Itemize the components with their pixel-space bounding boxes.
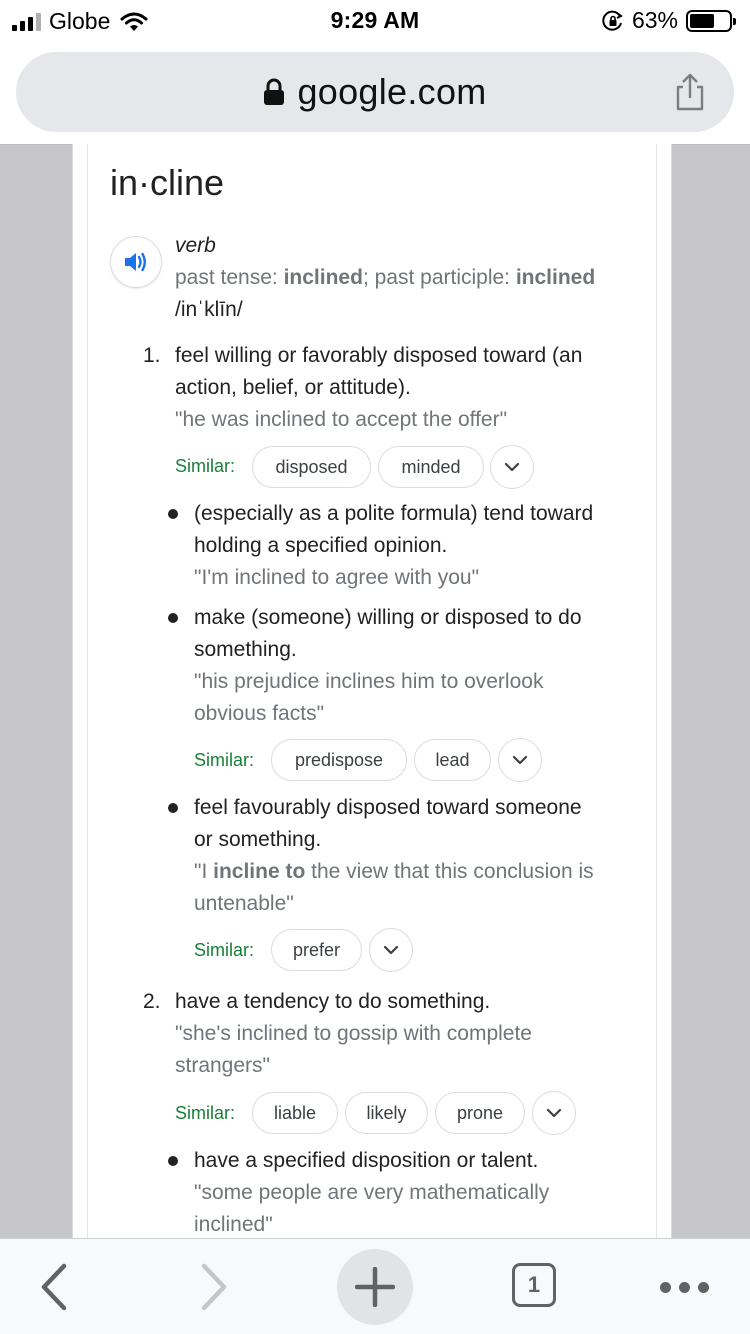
similar-chip-likely[interactable]: likely (345, 1092, 428, 1134)
definition-line: something. (194, 638, 297, 661)
subsense-example: "I incline to the view that this conclus… (194, 856, 594, 920)
similar-chip-minded[interactable]: minded (378, 446, 484, 488)
expand-similar-button[interactable] (498, 738, 542, 782)
similar-chip-lead[interactable]: lead (414, 739, 491, 781)
chevron-down-icon (512, 755, 528, 765)
definition-line: (especially as a polite formula) tend to… (194, 502, 594, 525)
url-text: google.com (297, 71, 487, 112)
expand-similar-button[interactable] (369, 928, 413, 972)
sense-number: 1. (143, 344, 161, 367)
similar-label: Similar: (175, 456, 236, 476)
similar-label: Similar: (194, 940, 255, 960)
subsense-definition: (especially as a polite formula) tend to… (194, 498, 593, 562)
definition-line: feel willing or favorably disposed towar… (175, 344, 583, 367)
status-bar: Globe 9:29 AM 63% (0, 0, 750, 40)
plus-icon (355, 1267, 395, 1307)
url-display[interactable]: google.com (16, 52, 734, 132)
back-button[interactable] (30, 1261, 78, 1313)
subsense-example: "I'm inclined to agree with you" (194, 566, 480, 589)
headword: in·cline (110, 162, 225, 203)
expand-similar-button[interactable] (490, 445, 534, 489)
sense-definition: have a tendency to do something. (175, 986, 490, 1018)
subsense-example: "some people are very mathematically inc… (194, 1177, 549, 1241)
tense-prefix: past tense: (175, 266, 284, 289)
similar-chip-predispose[interactable]: predispose (271, 739, 407, 781)
example-part: "I (194, 860, 214, 883)
similar-chip-prone[interactable]: prone (435, 1092, 525, 1134)
address-bar[interactable]: google.com (16, 52, 734, 132)
similar-label: Similar: (194, 750, 255, 770)
bullet (168, 613, 178, 623)
phonetic: /inˈklīn/ (175, 298, 243, 321)
part-of-speech: verb (175, 234, 216, 257)
subsense-definition: make (someone) willing or disposed to do… (194, 602, 582, 666)
speaker-icon (125, 252, 146, 272)
chevron-left-icon (41, 1263, 67, 1311)
battery-icon (686, 9, 736, 32)
more-dots-icon (659, 1281, 709, 1293)
example-line: inclined" (194, 1213, 273, 1236)
subsense-example: "his prejudice inclines him to overlook … (194, 666, 543, 730)
similar-label: Similar: (175, 1103, 236, 1123)
expand-similar-button[interactable] (532, 1091, 576, 1135)
sense-example: "she's inclined to gossip with complete … (175, 1018, 532, 1082)
chevron-down-icon (504, 462, 520, 472)
participle-prefix: ; past participle: (362, 266, 516, 289)
forward-button[interactable] (190, 1261, 238, 1313)
new-tab-button[interactable] (337, 1249, 413, 1325)
tense-forms: past tense: inclined; past participle: i… (175, 266, 595, 290)
example-line: "his prejudice inclines him to overlook (194, 670, 544, 693)
example-line: obvious facts" (194, 702, 325, 725)
definition-line: or something. (194, 828, 322, 851)
past-tense: inclined (283, 266, 363, 289)
battery-percent: 63% (631, 7, 678, 33)
similar-chip-liable[interactable]: liable (252, 1092, 338, 1134)
subsense-definition: have a specified disposition or talent. (194, 1145, 538, 1177)
bullet (168, 803, 178, 813)
tab-count: 1 (512, 1263, 556, 1307)
definition-line: holding a specified opinion. (194, 534, 448, 557)
past-participle: inclined (515, 266, 596, 289)
example-line: "I incline to the view that this conclus… (194, 856, 594, 888)
example-part: the view that this conclusion is (305, 860, 594, 883)
more-menu-button[interactable] (654, 1277, 714, 1297)
pronunciation-button[interactable] (110, 236, 162, 288)
example-keyword: incline to (213, 860, 306, 883)
definition-line: action, belief, or attitude). (175, 376, 411, 399)
status-right: 63% (602, 7, 736, 34)
example-line: untenable" (194, 892, 294, 915)
orientation-lock-icon (602, 10, 623, 31)
sense-example: "he was inclined to accept the offer" (175, 408, 508, 431)
sense-definition: feel willing or favorably disposed towar… (175, 340, 582, 404)
bullet (168, 1156, 178, 1166)
definition-line: make (someone) willing or disposed to do (194, 606, 582, 629)
example-line: "she's inclined to gossip with complete (175, 1022, 532, 1045)
tab-switcher-button[interactable]: 1 (512, 1263, 556, 1307)
bullet (168, 509, 178, 519)
definition-line: have a specified disposition or talent. (194, 1149, 539, 1172)
chevron-down-icon (546, 1108, 562, 1118)
example-line: "some people are very mathematically (194, 1181, 550, 1204)
similar-chip-prefer[interactable]: prefer (271, 929, 362, 971)
subsense-definition: feel favourably disposed toward someone … (194, 792, 582, 856)
sense-number: 2. (143, 990, 161, 1013)
share-icon[interactable] (672, 72, 708, 112)
browser-toolbar: 1 (0, 1238, 750, 1334)
example-line: strangers" (175, 1054, 270, 1077)
definition-line: have a tendency to do something. (175, 990, 491, 1013)
lock-icon (264, 78, 285, 105)
definition-line: feel favourably disposed toward someone (194, 796, 582, 819)
similar-chip-disposed[interactable]: disposed (252, 446, 371, 488)
chevron-down-icon (383, 945, 399, 955)
chevron-right-icon (201, 1263, 227, 1311)
